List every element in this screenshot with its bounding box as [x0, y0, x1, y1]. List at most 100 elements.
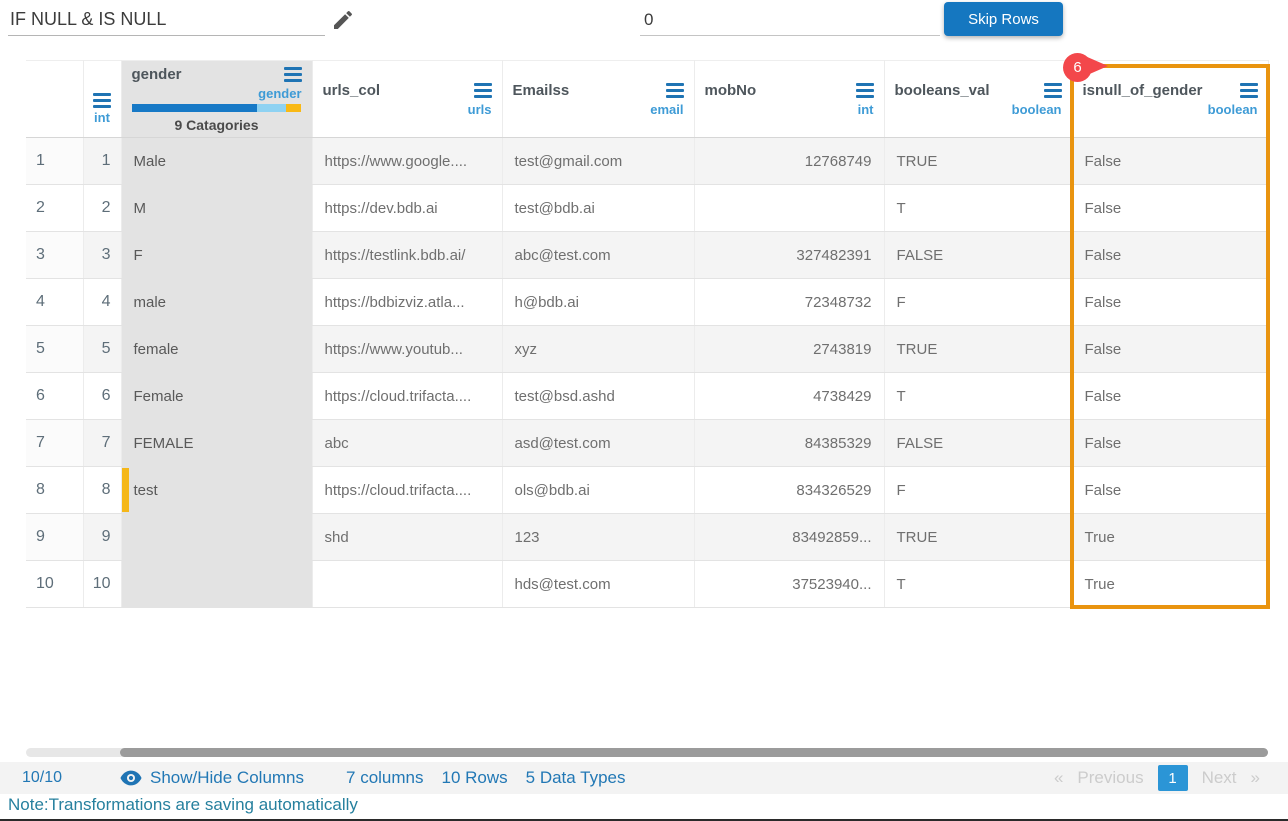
column-header-booleans-val[interactable]: booleans_val boolean — [884, 61, 1072, 138]
column-menu-icon[interactable] — [666, 83, 684, 98]
next-page-button[interactable]: Next — [1202, 768, 1237, 788]
urls-cell[interactable]: shd — [312, 514, 502, 561]
mobno-cell[interactable]: 2743819 — [694, 326, 884, 373]
email-cell[interactable]: test@bdb.ai — [502, 185, 694, 232]
boolean-cell[interactable]: FALSE — [884, 232, 1072, 279]
gender-cell-with-marker[interactable]: test — [121, 467, 312, 514]
urls-cell[interactable]: abc — [312, 420, 502, 467]
urls-cell[interactable]: https://cloud.trifacta.... — [312, 467, 502, 514]
boolean-cell[interactable]: F — [884, 279, 1072, 326]
column-menu-icon[interactable] — [1240, 83, 1258, 98]
gender-cell[interactable]: M — [121, 185, 312, 232]
email-cell[interactable]: xyz — [502, 326, 694, 373]
isnull-cell[interactable]: False — [1072, 185, 1268, 232]
gender-cell[interactable]: F — [121, 232, 312, 279]
isnull-cell[interactable]: True — [1072, 561, 1268, 608]
isnull-cell[interactable]: False — [1072, 373, 1268, 420]
boolean-cell[interactable]: T — [884, 561, 1072, 608]
boolean-cell[interactable]: T — [884, 185, 1072, 232]
table-row: 1 1 Male https://www.google.... test@gma… — [26, 138, 1268, 185]
urls-cell[interactable]: https://www.google.... — [312, 138, 502, 185]
email-cell[interactable]: 123 — [502, 514, 694, 561]
index-cell[interactable]: 5 — [83, 326, 121, 373]
column-menu-icon[interactable] — [474, 83, 492, 98]
email-cell[interactable]: abc@test.com — [502, 232, 694, 279]
index-cell[interactable]: 1 — [83, 138, 121, 185]
column-header-emailss[interactable]: Emailss email — [502, 61, 694, 138]
email-cell[interactable]: ols@bdb.ai — [502, 467, 694, 514]
isnull-cell[interactable]: False — [1072, 420, 1268, 467]
gender-cell[interactable]: male — [121, 279, 312, 326]
gender-cell[interactable]: female — [121, 326, 312, 373]
boolean-cell[interactable]: F — [884, 467, 1072, 514]
previous-page-button[interactable]: Previous — [1077, 768, 1143, 788]
gender-cell[interactable]: FEMALE — [121, 420, 312, 467]
skip-rows-button[interactable]: Skip Rows — [944, 2, 1063, 36]
index-cell[interactable]: 6 — [83, 373, 121, 420]
column-header-gender[interactable]: gender gender 9 Catagories — [121, 61, 312, 138]
index-cell[interactable]: 4 — [83, 279, 121, 326]
isnull-cell[interactable]: False — [1072, 326, 1268, 373]
email-cell[interactable]: test@bsd.ashd — [502, 373, 694, 420]
horizontal-scrollbar-track[interactable] — [26, 748, 1268, 757]
email-cell[interactable]: asd@test.com — [502, 420, 694, 467]
boolean-cell[interactable]: TRUE — [884, 514, 1072, 561]
mobno-cell[interactable]: 834326529 — [694, 467, 884, 514]
gender-cell[interactable]: Female — [121, 373, 312, 420]
horizontal-scrollbar-thumb[interactable] — [120, 748, 1268, 757]
column-header-urls-col[interactable]: urls_col urls — [312, 61, 502, 138]
column-header-index[interactable]: int — [83, 61, 121, 138]
boolean-cell[interactable]: T — [884, 373, 1072, 420]
urls-cell[interactable]: https://cloud.trifacta.... — [312, 373, 502, 420]
index-cell[interactable]: 8 — [83, 467, 121, 514]
column-menu-icon[interactable] — [856, 83, 874, 98]
row-number-cell: 6 — [26, 373, 83, 420]
isnull-cell[interactable]: False — [1072, 232, 1268, 279]
index-cell[interactable]: 7 — [83, 420, 121, 467]
last-page-arrow[interactable]: » — [1251, 768, 1260, 788]
urls-cell[interactable] — [312, 561, 502, 608]
column-header-mobno[interactable]: mobNo int — [694, 61, 884, 138]
index-cell[interactable]: 3 — [83, 232, 121, 279]
skip-rows-input[interactable] — [640, 4, 940, 36]
urls-cell[interactable]: https://dev.bdb.ai — [312, 185, 502, 232]
boolean-cell[interactable]: FALSE — [884, 420, 1072, 467]
mobno-cell[interactable]: 84385329 — [694, 420, 884, 467]
gender-cell[interactable]: Male — [121, 138, 312, 185]
mobno-cell[interactable]: 83492859... — [694, 514, 884, 561]
email-cell[interactable]: test@gmail.com — [502, 138, 694, 185]
gender-cell[interactable] — [121, 561, 312, 608]
mobno-cell[interactable]: 12768749 — [694, 138, 884, 185]
column-menu-icon[interactable] — [284, 67, 302, 82]
gender-cell[interactable] — [121, 514, 312, 561]
urls-cell[interactable]: https://www.youtub... — [312, 326, 502, 373]
mobno-cell[interactable]: 4738429 — [694, 373, 884, 420]
urls-cell[interactable]: https://testlink.bdb.ai/ — [312, 232, 502, 279]
index-cell[interactable]: 10 — [83, 561, 121, 608]
index-cell[interactable]: 9 — [83, 514, 121, 561]
mobno-cell[interactable]: 37523940... — [694, 561, 884, 608]
first-page-arrow[interactable]: « — [1054, 768, 1063, 788]
mobno-cell[interactable]: 327482391 — [694, 232, 884, 279]
email-cell[interactable]: hds@test.com — [502, 561, 694, 608]
email-cell[interactable]: h@bdb.ai — [502, 279, 694, 326]
mobno-cell[interactable]: 72348732 — [694, 279, 884, 326]
mobno-cell[interactable] — [694, 185, 884, 232]
isnull-cell[interactable]: False — [1072, 467, 1268, 514]
transform-name-input[interactable] — [8, 4, 325, 36]
urls-cell[interactable]: https://bdbizviz.atla... — [312, 279, 502, 326]
isnull-cell[interactable]: False — [1072, 138, 1268, 185]
show-hide-columns-button[interactable]: Show/Hide Columns — [120, 768, 304, 788]
column-menu-icon[interactable] — [93, 93, 111, 108]
row-number-cell: 4 — [26, 279, 83, 326]
edit-transform-button[interactable] — [328, 6, 358, 36]
isnull-cell[interactable]: True — [1072, 514, 1268, 561]
distribution-segment — [257, 104, 286, 112]
boolean-cell[interactable]: TRUE — [884, 138, 1072, 185]
index-cell[interactable]: 2 — [83, 185, 121, 232]
boolean-cell[interactable]: TRUE — [884, 326, 1072, 373]
current-page-button[interactable]: 1 — [1158, 765, 1188, 791]
show-hide-columns-label: Show/Hide Columns — [150, 768, 304, 788]
column-menu-icon[interactable] — [1044, 83, 1062, 98]
isnull-cell[interactable]: False — [1072, 279, 1268, 326]
